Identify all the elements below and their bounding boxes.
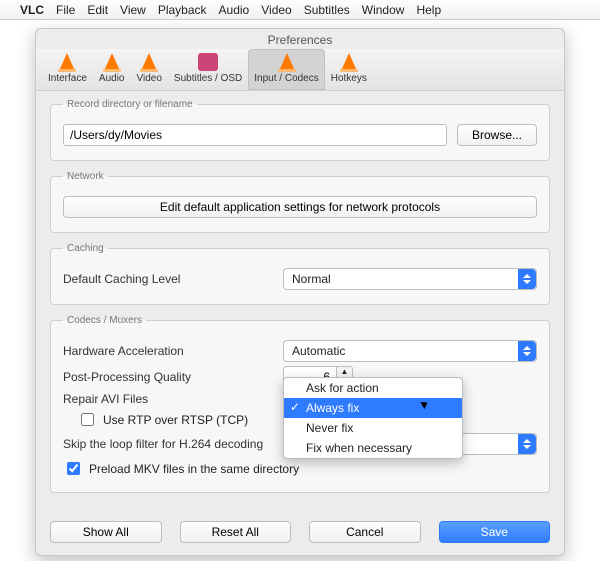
show-all-button[interactable]: Show All: [50, 521, 162, 543]
tab-label: Input / Codecs: [254, 73, 318, 84]
network-settings-button[interactable]: Edit default application settings for ne…: [63, 196, 537, 218]
menu-file[interactable]: File: [56, 3, 75, 17]
menu-subtitles[interactable]: Subtitles: [304, 3, 350, 17]
repair-label: Repair AVI Files: [63, 392, 273, 406]
window-title: Preferences: [36, 29, 564, 49]
group-network: Network Edit default application setting…: [50, 171, 550, 233]
repair-option-always[interactable]: Always fix: [284, 398, 462, 418]
repair-option-ask[interactable]: Ask for action: [284, 378, 462, 398]
cone-icon: [104, 53, 120, 71]
tab-audio[interactable]: Audio: [93, 49, 131, 90]
menu-app[interactable]: VLC: [20, 3, 44, 17]
rtp-checkbox[interactable]: [81, 413, 94, 426]
caching-label: Default Caching Level: [63, 272, 273, 286]
menu-edit[interactable]: Edit: [87, 3, 108, 17]
menu-playback[interactable]: Playback: [158, 3, 207, 17]
preload-label: Preload MKV files in the same directory: [89, 462, 299, 476]
repair-option-never[interactable]: Never fix: [284, 418, 462, 438]
cancel-button[interactable]: Cancel: [309, 521, 421, 543]
loopfilter-label: Skip the loop filter for H.264 decoding: [63, 437, 313, 451]
record-path-input[interactable]: [63, 124, 447, 146]
stepper-caps-icon: [518, 269, 536, 289]
tab-label: Audio: [99, 73, 125, 84]
cone-icon: [279, 53, 295, 71]
tab-label: Interface: [48, 73, 87, 84]
menu-help[interactable]: Help: [416, 3, 441, 17]
prefs-toolbar: Interface Audio Video Subtitles / OSD In…: [36, 49, 564, 91]
tab-label: Video: [137, 73, 162, 84]
tab-label: Subtitles / OSD: [174, 73, 242, 84]
repair-option-whennecessary[interactable]: Fix when necessary: [284, 438, 462, 458]
preload-checkbox-row[interactable]: Preload MKV files in the same directory: [63, 459, 537, 478]
hwaccel-value: Automatic: [292, 344, 345, 358]
tab-hotkeys[interactable]: Hotkeys: [325, 49, 373, 90]
tab-video[interactable]: Video: [131, 49, 168, 90]
browse-button[interactable]: Browse...: [457, 124, 537, 146]
caching-value: Normal: [292, 272, 331, 286]
group-record-legend: Record directory or filename: [63, 99, 197, 110]
menu-video[interactable]: Video: [261, 3, 291, 17]
reset-all-button[interactable]: Reset All: [180, 521, 292, 543]
menubar: VLC File Edit View Playback Audio Video …: [0, 0, 600, 20]
save-button[interactable]: Save: [439, 521, 551, 543]
clapper-icon: [198, 53, 218, 71]
repair-popup: Ask for action Always fix Never fix Fix …: [283, 377, 463, 459]
menu-window[interactable]: Window: [362, 3, 405, 17]
hwaccel-select[interactable]: Automatic: [283, 340, 537, 362]
rtp-label: Use RTP over RTSP (TCP): [103, 413, 248, 427]
group-record: Record directory or filename Browse...: [50, 99, 550, 161]
group-caching-legend: Caching: [63, 243, 108, 254]
menu-audio[interactable]: Audio: [219, 3, 250, 17]
hwaccel-label: Hardware Acceleration: [63, 344, 273, 358]
preferences-window: Preferences Interface Audio Video Subtit…: [35, 28, 565, 556]
postproc-label: Post-Processing Quality: [63, 370, 273, 384]
cone-icon: [141, 53, 157, 71]
cone-icon: [341, 53, 357, 71]
tab-subtitles-osd[interactable]: Subtitles / OSD: [168, 49, 248, 90]
tab-label: Hotkeys: [331, 73, 367, 84]
tab-interface[interactable]: Interface: [42, 49, 93, 90]
cone-icon: [59, 53, 75, 71]
stepper-caps-icon: [518, 434, 536, 454]
preload-checkbox[interactable]: [67, 462, 80, 475]
menu-view[interactable]: View: [120, 3, 146, 17]
group-codecs: Codecs / Muxers Hardware Acceleration Au…: [50, 315, 550, 493]
group-codecs-legend: Codecs / Muxers: [63, 315, 146, 326]
group-caching: Caching Default Caching Level Normal: [50, 243, 550, 305]
group-network-legend: Network: [63, 171, 108, 182]
caching-select[interactable]: Normal: [283, 268, 537, 290]
stepper-caps-icon: [518, 341, 536, 361]
bottom-actions: Show All Reset All Cancel Save: [36, 515, 564, 555]
tab-input-codecs[interactable]: Input / Codecs: [248, 49, 324, 90]
